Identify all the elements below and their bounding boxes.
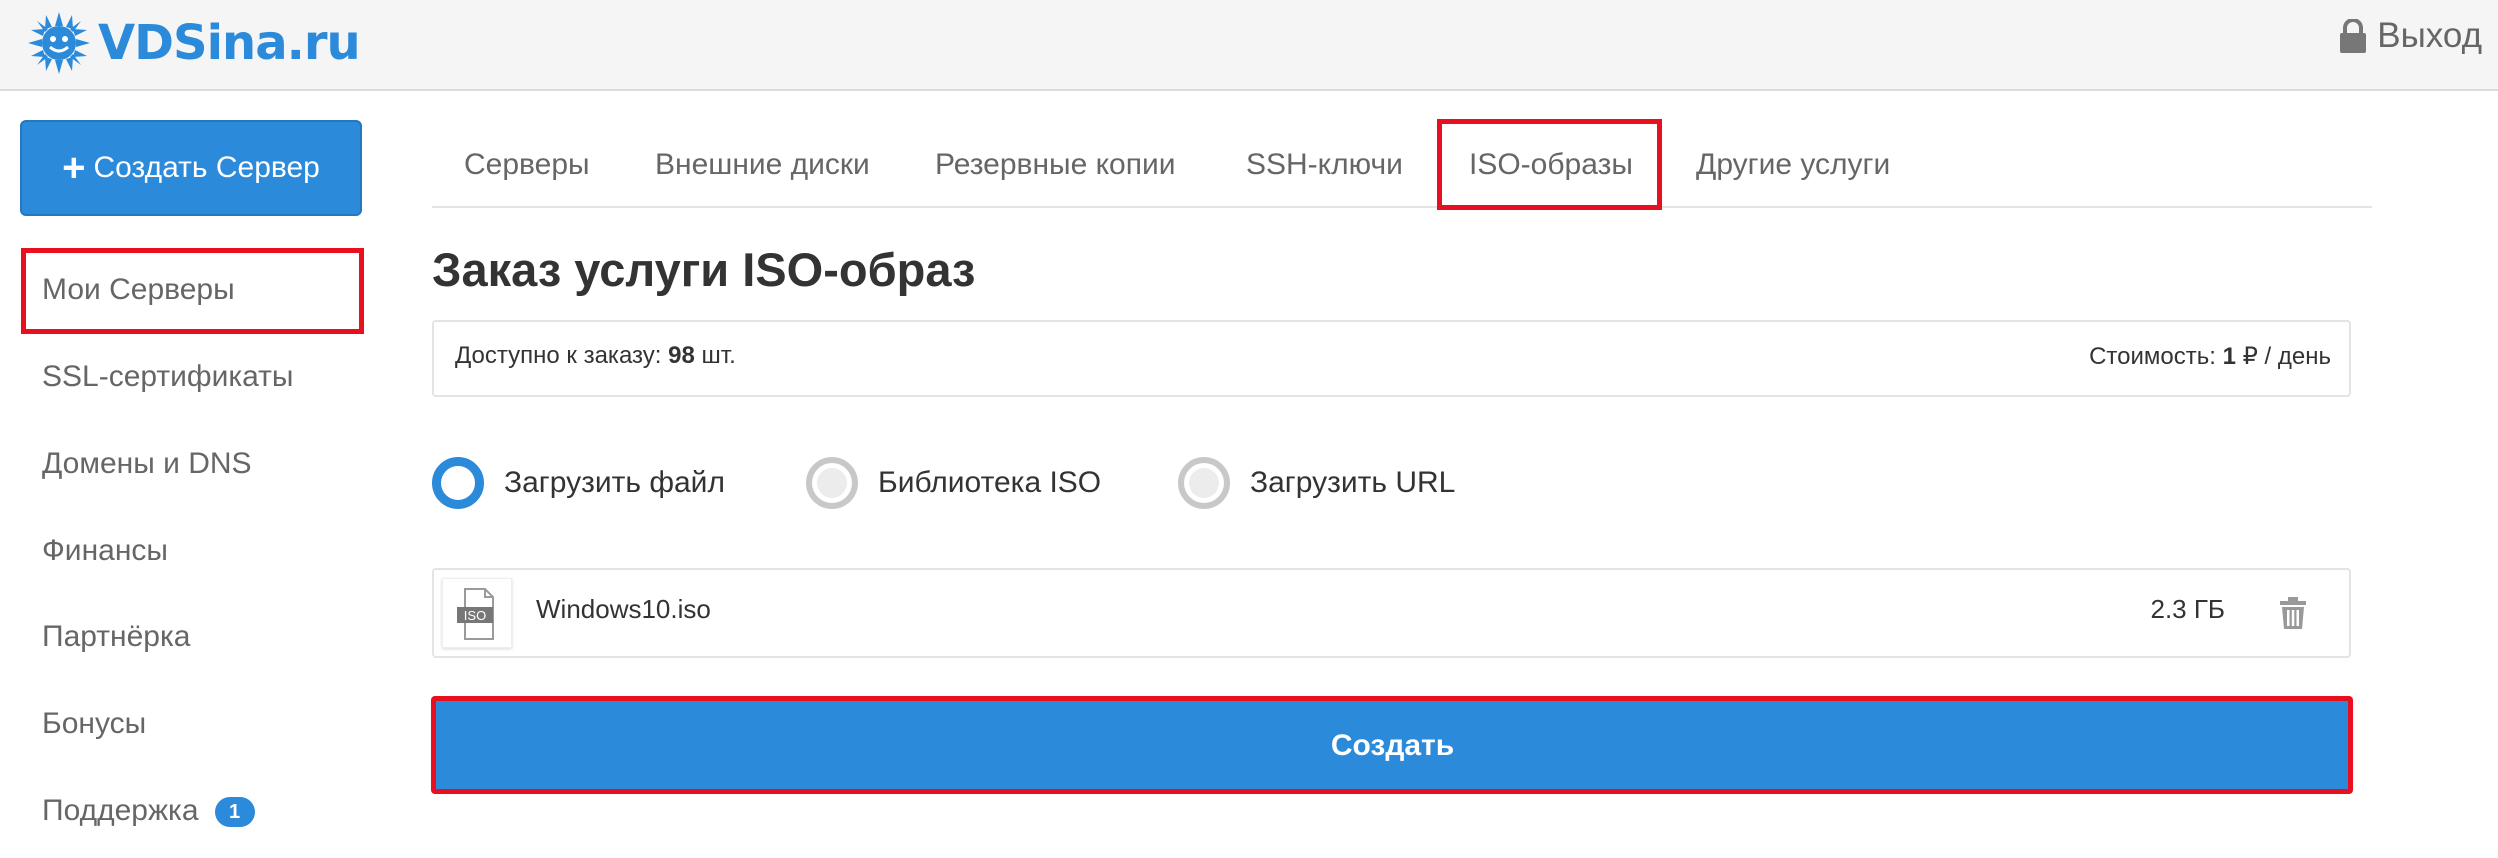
sidebar-item-my-servers[interactable]: Мои Серверы [42,270,235,310]
radio-upload-url-label: Загрузить URL [1250,466,1456,499]
trash-icon[interactable] [2279,596,2307,630]
radio-upload-url[interactable]: Загрузить URL [1178,455,1455,511]
radio-upload-file-label: Загрузить файл [504,466,725,499]
sidebar-item-support-label: Поддержка [42,794,199,827]
tab-backups[interactable]: Резервные копии [935,145,1176,185]
sidebar-item-domains[interactable]: Домены и DNS [42,444,252,484]
sun-logo-icon [28,12,90,74]
logo[interactable]: VDSina.ru [28,8,361,78]
logout-link[interactable]: Выход [2339,16,2482,56]
tab-servers[interactable]: Серверы [464,145,590,185]
sidebar-item-bonuses[interactable]: Бонусы [42,704,146,744]
file-name: Windows10.iso [536,594,711,624]
tab-ssh-keys[interactable]: SSH-ключи [1246,145,1403,185]
submit-highlight-frame [431,696,2353,794]
sidebar-item-partner[interactable]: Партнёрка [42,617,190,657]
radio-unchecked-icon[interactable] [806,457,858,509]
page-title: Заказ услуги ISO-образ [432,243,976,296]
sidebar-item-ssl[interactable]: SSL-сертификаты [42,357,293,397]
tab-other-services[interactable]: Другие услуги [1696,145,1890,185]
logout-label: Выход [2377,16,2482,55]
lock-icon [2340,19,2367,53]
sidebar-item-support[interactable]: Поддержка 1 [42,791,255,831]
create-server-button[interactable]: + Создать Сервер [20,120,362,216]
uploaded-file-row: ISO Windows10.iso 2.3 ГБ [432,568,2351,658]
sidebar-item-finance[interactable]: Финансы [42,531,168,571]
radio-iso-library-label: Библиотека ISO [878,466,1102,499]
iso-file-icon: ISO [442,578,512,648]
radio-iso-library[interactable]: Библиотека ISO [806,455,1101,511]
support-count-badge: 1 [214,797,255,828]
available-count: 98 [668,342,695,369]
available-count-text: Доступно к заказу: 98 шт. [455,342,736,369]
logo-text: VDSina.ru [98,15,361,71]
file-size: 2.3 ГБ [2150,594,2225,624]
radio-unchecked-icon[interactable] [1178,457,1230,509]
iso-file-icon-text: ISO [464,608,486,623]
radio-checked-icon[interactable] [432,457,484,509]
header: VDSina.ru Выход [0,0,2498,91]
cost-text: Стоимость: 1 ₽ / день [2089,343,2331,370]
plus-icon: + [62,146,86,190]
radio-upload-file[interactable]: Загрузить файл [432,455,725,511]
tab-highlight-frame [1437,119,1662,210]
order-info-box: Доступно к заказу: 98 шт. Стоимость: 1 ₽… [432,320,2351,397]
tab-bar: Серверы Внешние диски Резервные копии SS… [432,118,2372,208]
create-server-label: Создать Сервер [93,151,320,184]
tab-external-disks[interactable]: Внешние диски [655,145,870,185]
cost-value: 1 [2222,343,2236,370]
